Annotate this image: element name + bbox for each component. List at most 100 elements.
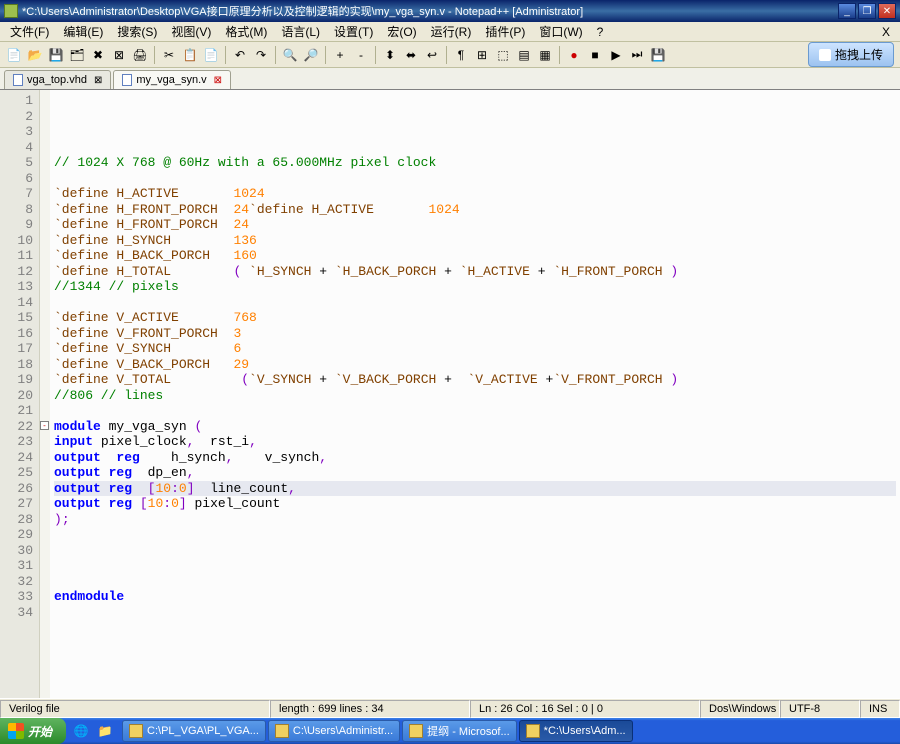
close-button[interactable]: ✕ [878,3,896,19]
start-button[interactable]: 开始 [0,718,66,744]
wordwrap-icon[interactable]: ↩ [422,45,442,65]
code-line-19[interactable]: `define V_TOTAL (`V_SYNCH + `V_BACK_PORC… [54,372,896,388]
task-label: 提纲 - Microsof... [427,723,510,739]
windows-flag-icon [8,723,24,739]
separator [559,46,560,64]
quick-launch-folder-icon[interactable]: 📁 [94,720,116,742]
code-line-23[interactable]: input pixel_clock, rst_i, [54,434,896,450]
doc-close-button[interactable]: X [876,25,896,39]
fold-toggle-icon[interactable]: - [40,421,49,430]
menu-view[interactable]: 视图(V) [165,21,217,42]
menu-run[interactable]: 运行(R) [425,21,478,42]
show-all-chars-icon[interactable]: ¶ [451,45,471,65]
replace-icon[interactable]: 🔎 [301,45,321,65]
code-line-21[interactable] [54,403,896,419]
status-filetype: Verilog file [0,700,270,718]
code-line-34[interactable] [54,605,896,621]
tab-0[interactable]: vga_top.vhd⊠ [4,70,111,89]
code-line-33[interactable]: endmodule [54,589,896,605]
menu-macro[interactable]: 宏(O) [381,21,422,42]
menu-format[interactable]: 格式(M) [219,21,273,42]
menu-language[interactable]: 语言(L) [275,21,326,42]
maximize-button[interactable]: ❐ [858,3,876,19]
code-line-4[interactable] [54,140,896,156]
code-line-8[interactable]: `define H_FRONT_PORCH 24`define H_ACTIVE… [54,202,896,218]
tab-1[interactable]: my_vga_syn.v⊠ [113,70,231,89]
code-line-1[interactable] [54,93,896,109]
menu-edit[interactable]: 编辑(E) [57,21,109,42]
save-all-icon[interactable]: 🗂 [67,45,87,65]
redo-icon[interactable]: ↷ [251,45,271,65]
undo-icon[interactable]: ↶ [230,45,250,65]
code-line-3[interactable] [54,124,896,140]
menu-window[interactable]: 窗口(W) [533,21,588,42]
window-title: *C:\Users\Administrator\Desktop\VGA接口原理分… [22,3,583,19]
stop-macro-icon[interactable]: ■ [585,45,605,65]
copy-icon[interactable]: 📋 [180,45,200,65]
sync-h-icon[interactable]: ⬌ [401,45,421,65]
code-line-12[interactable]: `define H_TOTAL ( `H_SYNCH + `H_BACK_POR… [54,264,896,280]
code-line-11[interactable]: `define H_BACK_PORCH 160 [54,248,896,264]
zoom-in-icon[interactable]: + [330,45,350,65]
doc-map-icon[interactable]: ▤ [514,45,534,65]
menu-plugins[interactable]: 插件(P) [479,21,531,42]
code-line-26[interactable]: output reg [10:0] line_count, [54,481,896,497]
menu-help[interactable]: ? [591,23,610,41]
code-line-27[interactable]: output reg [10:0] pixel_count [54,496,896,512]
code-line-14[interactable] [54,295,896,311]
zoom-out-icon[interactable]: - [351,45,371,65]
close-file-icon[interactable]: ✖ [88,45,108,65]
cut-icon[interactable]: ✂ [159,45,179,65]
udl-icon[interactable]: ⬚ [493,45,513,65]
code-line-22[interactable]: module my_vga_syn ( [54,419,896,435]
tab-close-icon[interactable]: ⊠ [94,75,102,86]
print-icon[interactable]: 🖨 [130,45,150,65]
taskbar-task-0[interactable]: C:\PL_VGA\PL_VGA... [122,720,266,742]
code-line-28[interactable]: ); [54,512,896,528]
code-line-18[interactable]: `define V_BACK_PORCH 29 [54,357,896,373]
play-macro-icon[interactable]: ▶ [606,45,626,65]
find-icon[interactable]: 🔍 [280,45,300,65]
code-line-17[interactable]: `define V_SYNCH 6 [54,341,896,357]
func-list-icon[interactable]: ▦ [535,45,555,65]
code-line-15[interactable]: `define V_ACTIVE 768 [54,310,896,326]
code-area[interactable]: // 1024 X 768 @ 60Hz with a 65.000MHz pi… [50,90,900,698]
code-line-2[interactable] [54,109,896,125]
code-line-31[interactable] [54,558,896,574]
save-icon[interactable]: 💾 [46,45,66,65]
upload-button[interactable]: 拖拽上传 [808,42,894,67]
tab-bar: vga_top.vhd⊠my_vga_syn.v⊠ [0,68,900,90]
taskbar-task-3[interactable]: *C:\Users\Adm... [519,720,633,742]
menu-settings[interactable]: 设置(T) [328,21,379,42]
code-line-16[interactable]: `define V_FRONT_PORCH 3 [54,326,896,342]
close-all-icon[interactable]: ⊠ [109,45,129,65]
quick-launch-browser-icon[interactable]: 🌐 [70,720,92,742]
code-line-29[interactable] [54,527,896,543]
run-multi-macro-icon[interactable]: ⏭ [627,45,647,65]
code-line-32[interactable] [54,574,896,590]
minimize-button[interactable]: _ [838,3,856,19]
sync-v-icon[interactable]: ⬍ [380,45,400,65]
tab-close-icon[interactable]: ⊠ [214,75,222,86]
record-macro-icon[interactable]: ● [564,45,584,65]
code-line-9[interactable]: `define H_FRONT_PORCH 24 [54,217,896,233]
menu-file[interactable]: 文件(F) [4,21,55,42]
paste-icon[interactable]: 📄 [201,45,221,65]
code-line-6[interactable] [54,171,896,187]
code-line-5[interactable]: // 1024 X 768 @ 60Hz with a 65.000MHz pi… [54,155,896,171]
code-line-30[interactable] [54,543,896,559]
new-file-icon[interactable]: 📄 [4,45,24,65]
open-file-icon[interactable]: 📂 [25,45,45,65]
taskbar-task-2[interactable]: 提纲 - Microsof... [402,720,517,742]
code-line-13[interactable]: //1344 // pixels [54,279,896,295]
code-line-24[interactable]: output reg h_synch, v_synch, [54,450,896,466]
indent-guide-icon[interactable]: ⊞ [472,45,492,65]
code-line-25[interactable]: output reg dp_en, [54,465,896,481]
taskbar-task-1[interactable]: C:\Users\Administr... [268,720,400,742]
code-line-7[interactable]: `define H_ACTIVE 1024 [54,186,896,202]
code-line-10[interactable]: `define H_SYNCH 136 [54,233,896,249]
save-macro-icon[interactable]: 💾 [648,45,668,65]
status-length: length : 699 lines : 34 [270,700,470,718]
code-line-20[interactable]: //806 // lines [54,388,896,404]
menu-search[interactable]: 搜索(S) [111,21,163,42]
